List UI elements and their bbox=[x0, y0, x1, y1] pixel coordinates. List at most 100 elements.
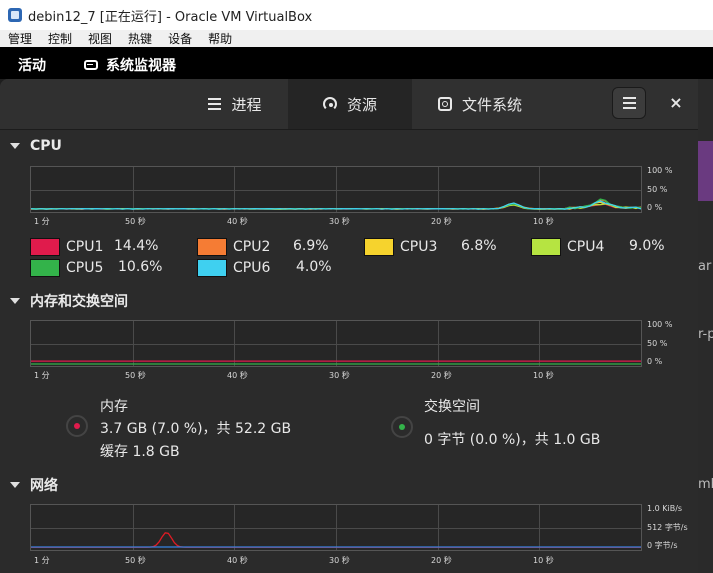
net-x-label: 50 秒 bbox=[125, 556, 146, 565]
cpu-x-label: 1 分 bbox=[34, 217, 50, 226]
memory-color-swatch[interactable] bbox=[66, 415, 88, 437]
cpu-y-label-0: 0 % bbox=[647, 203, 663, 212]
legend-value: 4.0% bbox=[296, 259, 332, 275]
expander-arrow-icon bbox=[10, 298, 20, 304]
network-graph bbox=[30, 504, 642, 551]
graph-canvas bbox=[31, 321, 641, 366]
swap-usage-value: 0 字节 (0.0 %)，共 1.0 GB bbox=[424, 432, 601, 448]
net-x-label: 20 秒 bbox=[431, 556, 452, 565]
cpu6-color-swatch[interactable] bbox=[197, 259, 227, 277]
cpu-legend-cpu2[interactable]: CPU2 6.9% bbox=[197, 238, 329, 256]
legend-value: 6.8% bbox=[461, 238, 497, 254]
network-section-title: 网络 bbox=[30, 478, 58, 494]
system-monitor-window: 进程 资源 文件系统 × CPU 100 % 50 % 0 % 1 分 50 秒… bbox=[0, 79, 698, 573]
cpu-legend-cpu3[interactable]: CPU3 6.8% bbox=[364, 238, 497, 256]
memory-indicator-icon bbox=[74, 423, 80, 429]
mem-x-label: 50 秒 bbox=[125, 371, 146, 380]
legend-value: 14.4% bbox=[114, 238, 159, 254]
legend-name: CPU2 bbox=[233, 239, 271, 255]
legend-name: CPU5 bbox=[66, 260, 104, 276]
cpu-section-title: CPU bbox=[30, 138, 62, 154]
swap-label: 交换空间 bbox=[424, 399, 480, 415]
vbox-menu-bar: 管理 控制 视图 热键 设备 帮助 bbox=[0, 30, 713, 48]
vbox-menu-hotkeys[interactable]: 热键 bbox=[120, 30, 160, 47]
memory-graph bbox=[30, 320, 642, 367]
legend-value: 6.9% bbox=[293, 238, 329, 254]
tab-label: 文件系统 bbox=[461, 95, 522, 114]
cpu-legend-cpu1[interactable]: CPU1 14.4% bbox=[30, 238, 158, 256]
vbox-title-bar: debin12_7 [正在运行] - Oracle VM VirtualBox bbox=[0, 0, 713, 30]
legend-name: CPU3 bbox=[400, 239, 438, 255]
mem-y-label-100: 100 % bbox=[647, 320, 673, 329]
net-x-label: 10 秒 bbox=[533, 556, 554, 565]
filesystem-disk-icon bbox=[437, 97, 452, 111]
vbox-menu-help[interactable]: 帮助 bbox=[200, 30, 240, 47]
swap-color-swatch[interactable] bbox=[391, 416, 413, 438]
net-x-label: 30 秒 bbox=[329, 556, 350, 565]
cpu-x-label: 50 秒 bbox=[125, 217, 146, 226]
cpu-y-label-50: 50 % bbox=[647, 185, 668, 194]
cpu-legend-cpu6[interactable]: CPU6 4.0% bbox=[197, 259, 332, 277]
mem-x-label: 40 秒 bbox=[227, 371, 248, 380]
close-button[interactable]: × bbox=[666, 93, 686, 113]
cpu-y-label-100: 100 % bbox=[647, 166, 673, 175]
desktop-window-edge bbox=[698, 141, 713, 201]
cpu-x-label: 20 秒 bbox=[431, 217, 452, 226]
tab-resources[interactable]: 资源 bbox=[288, 79, 412, 129]
header-bar: 进程 资源 文件系统 × bbox=[0, 79, 698, 130]
activities-button[interactable]: 活动 bbox=[18, 55, 46, 75]
cpu-graph bbox=[30, 166, 642, 213]
mem-y-label-0: 0 % bbox=[647, 357, 663, 366]
cpu-legend-cpu5[interactable]: CPU5 10.6% bbox=[30, 259, 162, 277]
vbox-menu-manage[interactable]: 管理 bbox=[0, 30, 40, 47]
virtualbox-icon bbox=[8, 8, 22, 22]
cpu2-color-swatch[interactable] bbox=[197, 238, 227, 256]
legend-value: 10.6% bbox=[118, 259, 163, 275]
legend-name: CPU6 bbox=[233, 260, 271, 276]
mem-x-label: 20 秒 bbox=[431, 371, 452, 380]
cpu4-color-swatch[interactable] bbox=[531, 238, 561, 256]
legend-name: CPU4 bbox=[567, 239, 605, 255]
app-menu-button[interactable]: 系统监视器 bbox=[84, 55, 176, 75]
main-menu-button[interactable] bbox=[612, 87, 646, 119]
cpu-x-label: 10 秒 bbox=[533, 217, 554, 226]
cpu-legend-cpu4[interactable]: CPU4 9.0% bbox=[531, 238, 665, 256]
memory-label: 内存 bbox=[100, 399, 128, 415]
desktop-text-fragment: ar bbox=[698, 259, 712, 274]
memory-section-header[interactable]: 内存和交换空间 bbox=[10, 291, 128, 311]
network-section-header[interactable]: 网络 bbox=[10, 475, 58, 495]
mem-y-label-50: 50 % bbox=[647, 339, 668, 348]
resources-gauge-icon bbox=[322, 97, 337, 111]
expander-arrow-icon bbox=[10, 143, 20, 149]
mem-x-label: 1 分 bbox=[34, 371, 50, 380]
expander-arrow-icon bbox=[10, 482, 20, 488]
tab-filesystems[interactable]: 文件系统 bbox=[425, 79, 535, 129]
net-y-label-0: 0 字节/s bbox=[647, 541, 678, 550]
cpu1-color-swatch[interactable] bbox=[30, 238, 60, 256]
cpu-x-label: 40 秒 bbox=[227, 217, 248, 226]
tab-processes[interactable]: 进程 bbox=[185, 79, 285, 129]
vbox-menu-control[interactable]: 控制 bbox=[40, 30, 80, 47]
cpu-section-header[interactable]: CPU bbox=[10, 138, 62, 154]
desktop-text-fragment: mb bbox=[698, 477, 713, 492]
gnome-top-bar: 活动 系统监视器 bbox=[0, 47, 713, 79]
net-x-label: 40 秒 bbox=[227, 556, 248, 565]
app-name: 系统监视器 bbox=[106, 58, 176, 74]
cpu5-color-swatch[interactable] bbox=[30, 259, 60, 277]
vbox-menu-devices[interactable]: 设备 bbox=[160, 30, 200, 47]
vbox-menu-view[interactable]: 视图 bbox=[80, 30, 120, 47]
legend-value: 9.0% bbox=[629, 238, 665, 254]
process-list-icon bbox=[208, 97, 222, 111]
desktop-text-fragment: r-p bbox=[698, 327, 713, 342]
cpu-x-label: 30 秒 bbox=[329, 217, 350, 226]
mem-x-label: 10 秒 bbox=[533, 371, 554, 380]
net-y-label-mid: 512 字节/s bbox=[647, 523, 688, 532]
memory-usage-value: 3.7 GB (7.0 %)，共 52.2 GB bbox=[100, 421, 292, 437]
memory-cache-value: 缓存 1.8 GB bbox=[100, 444, 180, 460]
cpu3-color-swatch[interactable] bbox=[364, 238, 394, 256]
net-y-label-max: 1.0 KiB/s bbox=[647, 504, 683, 513]
swap-indicator-icon bbox=[399, 424, 405, 430]
net-x-label: 1 分 bbox=[34, 556, 50, 565]
tab-label: 进程 bbox=[231, 95, 262, 114]
mem-x-label: 30 秒 bbox=[329, 371, 350, 380]
